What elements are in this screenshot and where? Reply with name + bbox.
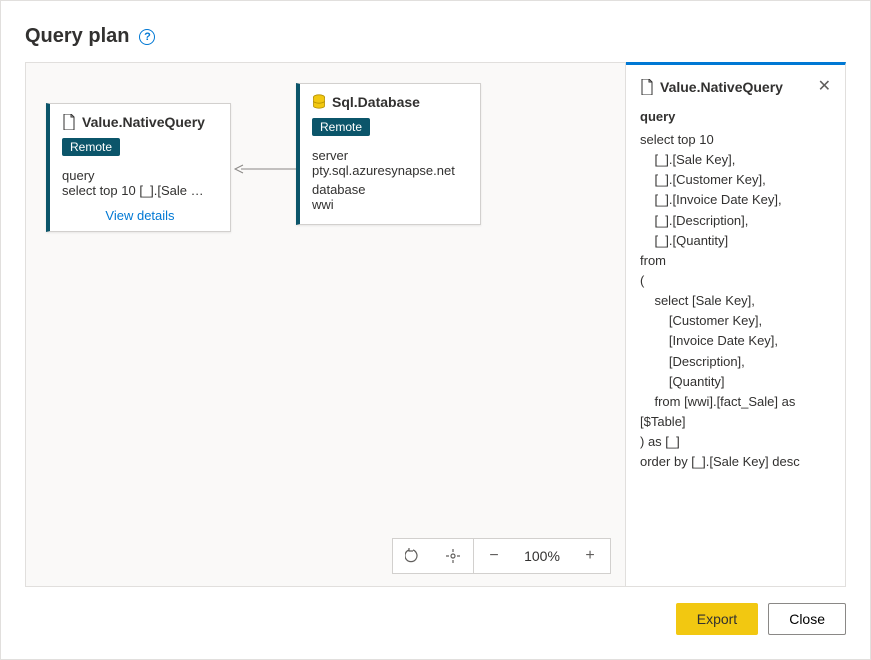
help-icon[interactable]: ?	[139, 29, 155, 45]
detail-sql-text: select top 10 [_].[Sale Key], [_].[Custo…	[640, 130, 831, 472]
field-value: select top 10 [_].[Sale …	[62, 183, 218, 198]
database-label: database	[312, 182, 468, 197]
detail-field-label: query	[640, 109, 831, 124]
zoom-toolbar: − 100% +	[392, 538, 611, 574]
node-title: Value.NativeQuery	[62, 114, 218, 130]
detail-panel: Value.NativeQuery ✕ query select top 10 …	[626, 62, 846, 587]
dialog-title: Query plan	[25, 25, 129, 48]
reset-view-button[interactable]	[393, 539, 433, 573]
dialog-footer: Export Close	[25, 603, 846, 635]
connector-arrow	[233, 161, 296, 171]
node-title-text: Sql.Database	[332, 94, 420, 110]
server-value: pty.sql.azuresynapse.net	[312, 163, 468, 178]
export-button[interactable]: Export	[676, 603, 758, 635]
node-title-text: Value.NativeQuery	[82, 114, 205, 130]
view-details-link[interactable]: View details	[62, 202, 218, 223]
zoom-level: 100%	[514, 539, 570, 573]
node-title: Sql.Database	[312, 94, 468, 110]
database-icon	[312, 94, 326, 110]
remote-badge: Remote	[62, 138, 120, 156]
query-plan-dialog: Query plan ? Value.NativeQuery	[0, 0, 871, 660]
detail-title-text: Value.NativeQuery	[660, 79, 783, 95]
plan-node-native-query[interactable]: Value.NativeQuery Remote query select to…	[46, 103, 231, 232]
fit-view-button[interactable]	[433, 539, 473, 573]
close-panel-icon[interactable]: ✕	[818, 79, 831, 95]
detail-header: Value.NativeQuery ✕	[640, 79, 831, 95]
server-label: server	[312, 148, 468, 163]
dialog-header: Query plan ?	[25, 25, 846, 48]
main-area: Value.NativeQuery Remote query select to…	[25, 62, 846, 587]
zoom-in-button[interactable]: +	[570, 539, 610, 573]
close-button[interactable]: Close	[768, 603, 846, 635]
database-value: wwi	[312, 197, 468, 212]
field-label: query	[62, 168, 218, 183]
document-icon	[640, 79, 654, 95]
plan-node-sql-database[interactable]: Sql.Database Remote server pty.sql.azure…	[296, 83, 481, 225]
zoom-out-button[interactable]: −	[474, 539, 514, 573]
document-icon	[62, 114, 76, 130]
plan-canvas[interactable]: Value.NativeQuery Remote query select to…	[25, 62, 626, 587]
detail-title: Value.NativeQuery	[640, 79, 783, 95]
remote-badge: Remote	[312, 118, 370, 136]
